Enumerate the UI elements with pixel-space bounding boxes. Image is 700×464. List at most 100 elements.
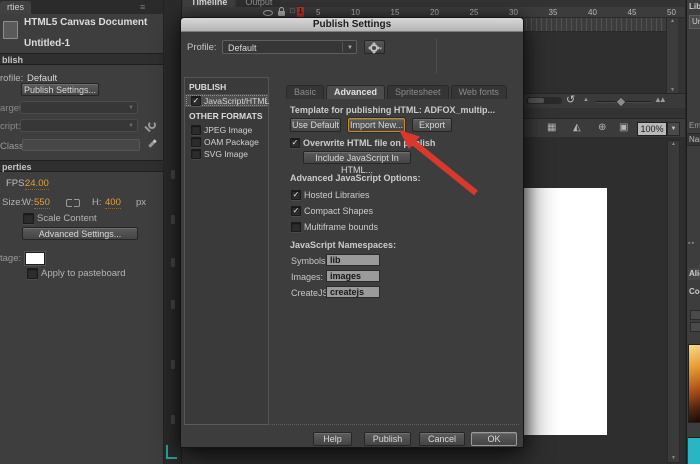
format-checkbox[interactable] <box>191 125 201 135</box>
width-value[interactable]: 550 <box>34 197 50 209</box>
properties-section-header[interactable]: perties <box>0 160 163 172</box>
timeline-zoom-slider[interactable] <box>595 96 651 108</box>
tab-color[interactable]: Colo <box>689 287 700 296</box>
library-doc-select[interactable]: Unt <box>689 15 700 29</box>
visibility-eye-icon[interactable] <box>263 10 273 16</box>
format-checkbox[interactable]: ✓ <box>191 96 201 106</box>
clip-content-icon[interactable]: ▣ <box>619 122 628 134</box>
dialog-title[interactable]: Publish Settings <box>181 18 523 32</box>
height-value[interactable]: 400 <box>105 197 121 209</box>
color-gradient-picker[interactable] <box>688 344 700 423</box>
profile-options-button[interactable]: ▾ <box>364 40 385 54</box>
library-empty-label: Empt <box>689 121 700 130</box>
apply-pasteboard-checkbox[interactable] <box>27 268 38 279</box>
document-type-label: HTML5 Canvas Document <box>24 17 148 28</box>
fps-value[interactable]: 24.00 <box>25 178 49 190</box>
center-frame-icon[interactable]: ▲ <box>583 97 589 103</box>
format-checkbox[interactable] <box>191 137 201 147</box>
overwrite-checkbox[interactable]: ✓ <box>290 138 300 148</box>
playhead-marker[interactable]: 1 <box>297 7 304 17</box>
tab-basic[interactable]: Basic <box>286 85 325 99</box>
zoom-dropdown-arrow[interactable]: ▼ <box>667 122 680 136</box>
ruler-tick: 50 <box>667 8 676 17</box>
tool-nub <box>171 300 175 309</box>
format-javascript-html[interactable]: ✓ JavaScript/HTML <box>185 94 269 107</box>
format-svg[interactable]: SVG Image <box>185 147 268 160</box>
multiframe-bounds-checkbox[interactable] <box>291 222 301 232</box>
scroll-down-arrow[interactable]: ▼ <box>671 455 676 461</box>
timeline-hscrollbar[interactable] <box>526 97 562 104</box>
tab-library[interactable]: Libra <box>689 2 700 11</box>
createjs-input[interactable] <box>326 286 380 298</box>
ok-button[interactable]: OK <box>471 432 517 446</box>
panel-menu-icon[interactable]: ≡ <box>140 1 145 13</box>
scroll-up-arrow[interactable]: ▲ <box>670 18 675 24</box>
tab-align[interactable]: Alig <box>688 268 700 280</box>
tab-timeline[interactable]: Timeline <box>183 0 236 7</box>
class-input[interactable] <box>22 139 140 151</box>
loop-playback-icon[interactable]: ↺ <box>566 94 575 107</box>
tab-web-fonts[interactable]: Web fonts <box>450 85 507 99</box>
publish-section-header[interactable]: blish <box>0 53 163 65</box>
stage-color-swatch[interactable] <box>24 251 46 266</box>
edit-symbol-icon[interactable]: ◭ <box>573 122 581 134</box>
color-mode-button[interactable] <box>690 322 700 332</box>
format-label: JPEG Image <box>204 125 253 135</box>
edit-scene-icon[interactable]: ▦ <box>547 122 556 134</box>
target-dropdown[interactable]: ▼ <box>20 101 138 114</box>
format-checkbox[interactable] <box>191 149 201 159</box>
stage-canvas[interactable] <box>523 188 607 435</box>
advanced-settings-button[interactable]: Advanced Settings... <box>22 227 138 240</box>
size-label: Size: <box>2 197 24 208</box>
chevron-down-icon: ▼ <box>128 123 134 129</box>
format-label: OAM Package <box>204 137 259 147</box>
apply-pasteboard-label: Apply to pasteboard <box>41 268 126 279</box>
cancel-button[interactable]: Cancel <box>419 432 465 446</box>
scale-content-checkbox[interactable] <box>23 213 34 224</box>
hscroll-thumb[interactable] <box>528 98 544 103</box>
tab-properties[interactable]: rties <box>0 1 32 14</box>
script-dropdown[interactable]: ▼ <box>20 119 138 132</box>
stage-vscrollbar[interactable]: ▲ ▼ <box>667 140 680 463</box>
properties-panel: rties ≡ HTML5 Canvas Document Untitled-1… <box>0 0 164 464</box>
tab-advanced[interactable]: Advanced <box>326 85 386 99</box>
publish-settings-dialog: Publish Settings Profile: Default ▼ ▾ PU… <box>180 17 524 448</box>
color-preview-swatch[interactable] <box>688 437 700 464</box>
publish-button[interactable]: Publish <box>364 432 411 446</box>
ruler-tick: 10 <box>351 8 360 17</box>
include-javascript-button[interactable]: Include JavaScript In HTML... <box>303 151 411 175</box>
zoom-level-field[interactable]: 100% <box>637 122 667 136</box>
library-name-header[interactable]: Nam <box>687 133 700 146</box>
center-stage-icon[interactable]: ⊕ <box>598 122 606 134</box>
export-button[interactable]: Export <box>412 118 452 132</box>
library-folder-icons[interactable]: ▪▪ <box>688 240 695 247</box>
scroll-down-arrow[interactable]: ▼ <box>670 87 675 93</box>
ruler-tick: 40 <box>588 8 597 17</box>
tab-spritesheet[interactable]: Spritesheet <box>387 85 449 99</box>
publish-settings-button[interactable]: Publish Settings... <box>21 83 99 96</box>
script-label: cript: <box>0 121 21 132</box>
profile-section-divider <box>436 38 437 74</box>
color-mode-button[interactable] <box>690 310 700 320</box>
scale-content-label: Scale Content <box>37 213 97 224</box>
pencil-icon[interactable] <box>148 139 157 148</box>
link-dimensions-icon[interactable] <box>66 198 82 207</box>
wrench-icon[interactable] <box>144 121 156 133</box>
right-dock-panel: Libra Unt Empt Nam ▪▪ Alig Colo <box>686 0 700 464</box>
dialog-profile-dropdown[interactable]: Default ▼ <box>222 40 357 54</box>
compact-shapes-checkbox[interactable]: ✓ <box>291 206 301 216</box>
images-input[interactable] <box>326 270 380 282</box>
tab-output[interactable]: Output <box>237 0 281 7</box>
outline-icon[interactable]: □ <box>290 8 294 16</box>
use-default-button[interactable]: Use Default <box>290 118 341 132</box>
import-new-button[interactable]: Import New... <box>348 118 405 132</box>
scroll-up-arrow[interactable]: ▲ <box>671 141 676 147</box>
help-button[interactable]: Help <box>313 432 352 446</box>
symbols-input[interactable] <box>326 254 380 266</box>
zoom-slider-thumb[interactable] <box>615 96 627 108</box>
timeline-vscrollbar[interactable]: ▲ ▼ <box>666 18 678 93</box>
lock-icon[interactable] <box>278 7 285 16</box>
hosted-libraries-checkbox[interactable]: ✓ <box>291 190 301 200</box>
overwrite-label: Overwrite HTML file on publish <box>303 138 436 148</box>
ruler-tick: 45 <box>627 8 637 17</box>
